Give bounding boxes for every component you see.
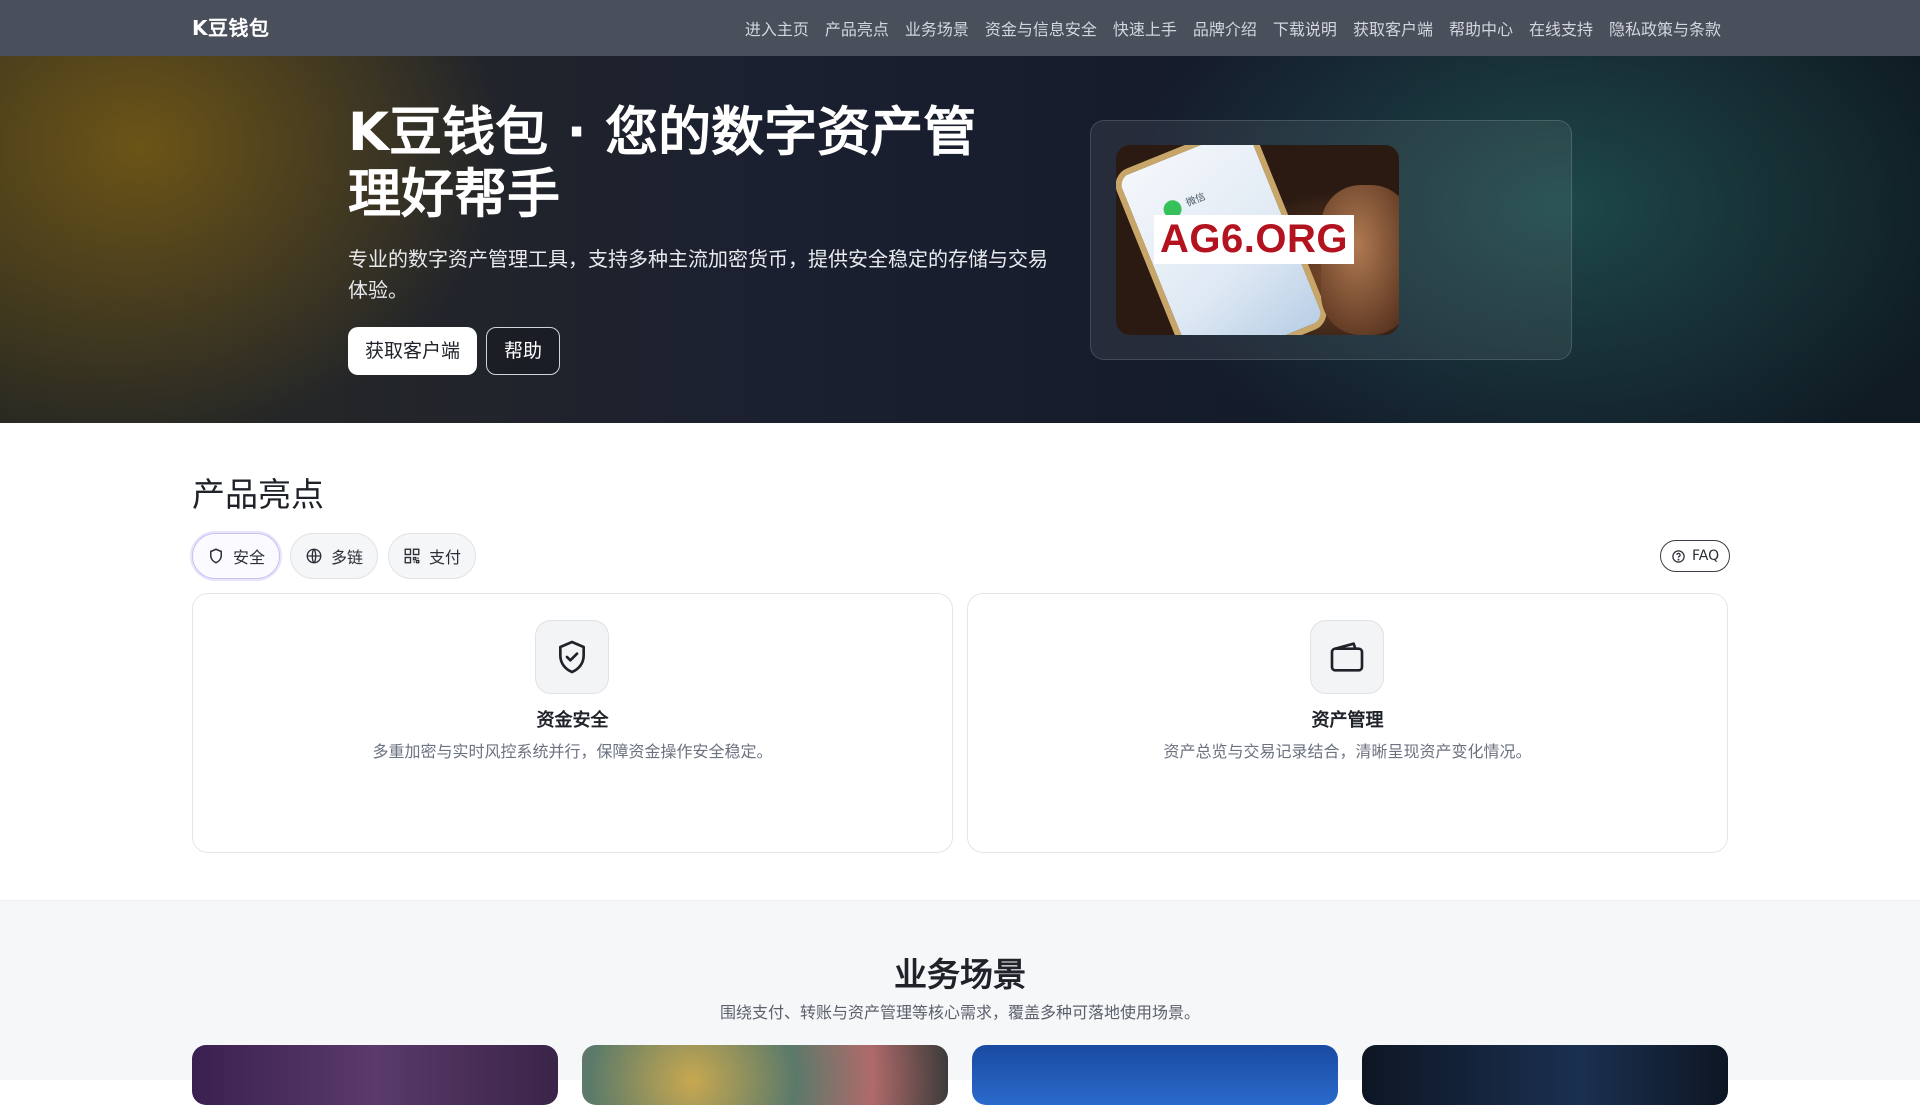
nav-link-get-client[interactable]: 获取客户端: [1353, 16, 1433, 40]
hero-image-card: 微信 AG6.ORG: [1090, 120, 1572, 360]
question-circle-icon: [1672, 549, 1685, 563]
phone-label: 微信: [1184, 191, 1208, 210]
faq-button[interactable]: FAQ: [1660, 540, 1731, 572]
scene-card-image[interactable]: [972, 1045, 1338, 1105]
highlight-tabs: 安全 多链 支付: [192, 533, 477, 579]
scenes-section: 业务场景 围绕支付、转账与资产管理等核心需求，覆盖多种可落地使用场景。: [0, 900, 1920, 1105]
scene-card-image[interactable]: [1362, 1045, 1728, 1105]
scene-card-image[interactable]: [192, 1045, 558, 1105]
scenes-title: 业务场景: [894, 955, 1026, 994]
hero-title: K豆钱包 · 您的数字资产管理好帮手: [348, 102, 977, 225]
faq-label: FAQ: [1692, 548, 1720, 564]
feature-icon-box: [535, 620, 609, 694]
help-button[interactable]: 帮助: [486, 327, 561, 375]
nav-link-support[interactable]: 在线支持: [1529, 16, 1593, 40]
nav-link-security[interactable]: 资金与信息安全: [985, 16, 1097, 40]
feature-title: 资金安全: [536, 710, 609, 731]
nav-link-help[interactable]: 帮助中心: [1449, 16, 1513, 40]
tab-security-label: 安全: [233, 548, 266, 567]
tab-payment-label: 支付: [429, 548, 462, 567]
shield-icon: [210, 548, 222, 564]
nav-link-privacy[interactable]: 隐私政策与条款: [1609, 16, 1721, 40]
globe-icon: [306, 548, 322, 564]
tab-payment[interactable]: 支付: [388, 533, 477, 579]
top-nav: K豆钱包 进入主页 产品亮点 业务场景 资金与信息安全 快速上手 品牌介绍 下载…: [0, 0, 1920, 56]
hero-section: K豆钱包 · 您的数字资产管理好帮手 专业的数字资产管理工具，支持多种主流加密货…: [0, 56, 1920, 423]
nav-link-highlights[interactable]: 产品亮点: [825, 16, 889, 40]
scene-card-image[interactable]: [582, 1045, 948, 1105]
feature-description: 多重加密与实时风控系统并行，保障资金操作安全稳定。: [372, 742, 773, 761]
brand-logo[interactable]: K豆钱包: [192, 0, 270, 56]
feature-title: 资产管理: [1311, 710, 1384, 731]
hero-image: 微信 AG6.ORG: [1116, 145, 1399, 335]
get-client-button[interactable]: 获取客户端: [348, 327, 478, 375]
hero-subtitle: 专业的数字资产管理工具，支持多种主流加密货币，提供安全稳定的存储与交易体验。: [348, 247, 1048, 302]
nav-link-download[interactable]: 下载说明: [1273, 16, 1337, 40]
nav-link-quickstart[interactable]: 快速上手: [1113, 16, 1177, 40]
wallet-icon: [1330, 642, 1364, 672]
qr-icon: [404, 548, 420, 564]
feature-description: 资产总览与交易记录结合，清晰呈现资产变化情况。: [1163, 742, 1532, 761]
nav-link-home[interactable]: 进入主页: [745, 16, 809, 40]
highlights-title: 产品亮点: [192, 475, 324, 514]
feature-card-fund-security: 资金安全 多重加密与实时风控系统并行，保障资金操作安全稳定。: [192, 593, 953, 853]
hero-buttons: 获取客户端 帮助: [348, 327, 561, 375]
feature-icon-box: [1310, 620, 1384, 694]
tab-security[interactable]: 安全: [192, 533, 281, 579]
tab-multichain[interactable]: 多链: [290, 533, 379, 579]
image-watermark: AG6.ORG: [1154, 215, 1354, 264]
tab-multichain-label: 多链: [331, 548, 364, 567]
nav-links: 进入主页 产品亮点 业务场景 资金与信息安全 快速上手 品牌介绍 下载说明 获取…: [745, 0, 1721, 56]
shield-check-icon: [559, 640, 585, 674]
nav-link-brand[interactable]: 品牌介绍: [1193, 16, 1257, 40]
nav-link-scenes[interactable]: 业务场景: [905, 16, 969, 40]
feature-card-asset-management: 资产管理 资产总览与交易记录结合，清晰呈现资产变化情况。: [967, 593, 1728, 853]
scenes-subtitle: 围绕支付、转账与资产管理等核心需求，覆盖多种可落地使用场景。: [719, 1003, 1200, 1022]
